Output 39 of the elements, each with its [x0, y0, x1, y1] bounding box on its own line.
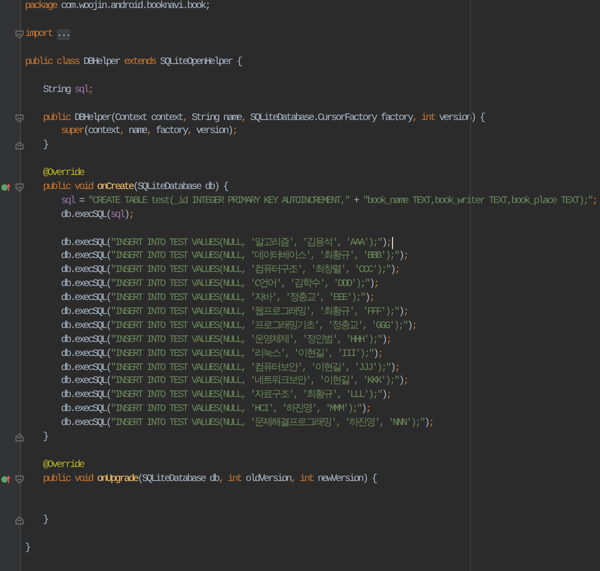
- fold-marker-icon[interactable]: [15, 433, 24, 442]
- code-line: package com.woojin.android.booknavi.book;: [25, 0, 210, 14]
- code-line: db.execSQL("INSERT INTO TEST VALUES(NULL, '컴퓨터구조', '최창렬', 'CCC');");: [60, 264, 400, 278]
- code-line: }: [42, 139, 48, 152]
- code-line: db.execSQL("INSERT INTO TEST VALUES(NULL, '컴퓨터보안', '이현길', 'JJJ');");: [60, 362, 400, 375]
- code-line: db.execSQL("INSERT INTO TEST VALUES(NULL, 'C언어', '김학수', 'DDD');");: [60, 278, 378, 292]
- code-line: db.execSQL("INSERT INTO TEST VALUES(NULL, '운영체제', '정인범', 'HHH');");: [60, 334, 391, 347]
- code-line: db.execSQL(sql);: [60, 208, 134, 222]
- code-line: db.execSQL("INSERT INTO TEST VALUES(NULL, '네트워크보안', '이현길', 'KKK');");: [60, 375, 408, 388]
- fold-marker-icon[interactable]: [15, 141, 24, 150]
- code-line: String sql;: [42, 84, 93, 97]
- code-line: }: [25, 542, 30, 556]
- code-line: @Override: [42, 167, 84, 180]
- code-line: db.execSQL("INSERT INTO TEST VALUES(NULL, '자바', '정충교', 'EEE');");: [60, 292, 374, 306]
- code-line: import ...: [25, 28, 70, 42]
- code-line: db.execSQL("INSERT INTO TEST VALUES(NULL, '문제해결프로그래밍', '하진영', 'NNN');");: [60, 417, 434, 430]
- code-line: db.execSQL("INSERT INTO TEST VALUES(NULL, '리눅스', '이현길', 'III');");: [60, 348, 382, 361]
- fold-marker-icon[interactable]: [15, 183, 24, 192]
- code-line: db.execSQL("INSERT INTO TEST VALUES(NULL, '웹프로그래밍', '최황규', 'FFF');");: [60, 306, 408, 320]
- code-line: super(context, name, factory, version);: [60, 125, 237, 138]
- code-line: db.execSQL("INSERT INTO TEST VALUES(NULL, '데이터베이스', '최황규', 'BBB');");: [60, 250, 408, 264]
- fold-marker-icon[interactable]: [15, 516, 24, 526]
- override-icon[interactable]: [1, 183, 11, 192]
- code-line: sql = "CREATE TABLE test(_id INTEGER PRIMARY KEY AUTOINCREMENT," + "book_name TEXT,book_writer TEXT,book_place TEXT);";: [60, 194, 597, 208]
- code-line: public void onUpgrade(SQLiteDatabase db, int oldVersion, int newVersion) {: [42, 472, 376, 486]
- fold-marker-icon[interactable]: [15, 30, 24, 40]
- fold-marker-icon[interactable]: [15, 474, 24, 484]
- code-line: db.execSQL("INSERT INTO TEST VALUES(NULL, '알고리즘', '김용석', 'AAA');");: [60, 236, 391, 250]
- code-line: public DBHelper(Context context, String name, SQLiteDatabase.CursorFactory factory, int version) {: [42, 112, 484, 125]
- code-line: }: [42, 431, 48, 444]
- code-line: db.execSQL("INSERT INTO TEST VALUES(NULL, '자료구조', '최황규', 'LLL');");: [60, 389, 391, 402]
- code-line: @Override: [42, 458, 84, 472]
- code-line: public class DBHelper extends SQLiteOpenHelper {: [25, 56, 242, 69]
- code-line: public void onCreate(SQLiteDatabase db) {: [42, 181, 228, 194]
- code-line: db.execSQL("INSERT INTO TEST VALUES(NULL, 'HCI', '하진영', 'MMM');");: [60, 403, 370, 416]
- code-line: db.execSQL("INSERT INTO TEST VALUES(NULL, '프로그래밍기초', '정충교', 'GGG');");: [60, 320, 416, 333]
- fold-marker-icon[interactable]: [15, 114, 24, 123]
- code-line: }: [42, 514, 48, 528]
- override-icon[interactable]: [1, 474, 11, 484]
